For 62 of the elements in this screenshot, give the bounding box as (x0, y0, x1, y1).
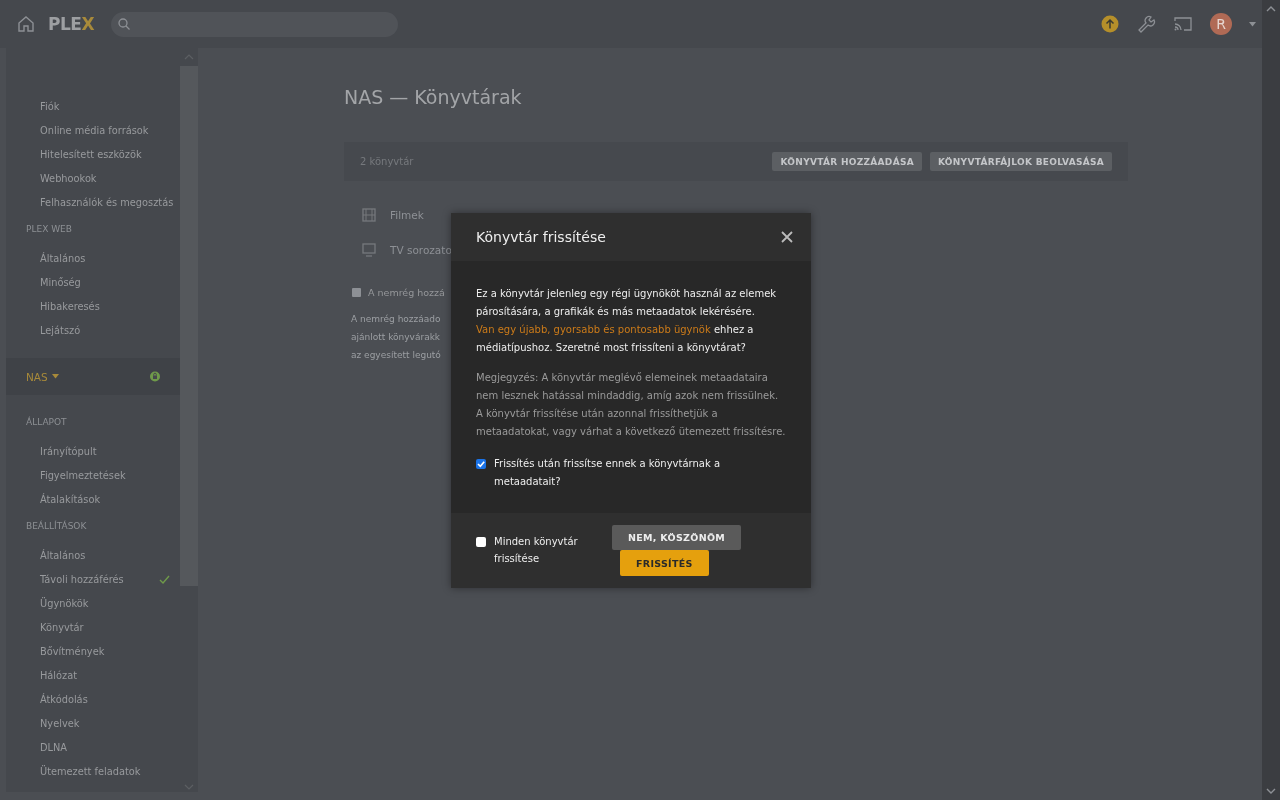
sidebar-item[interactable]: Könyvtár (6, 615, 180, 639)
sidebar-item[interactable]: Irányítópult (6, 439, 180, 463)
lock-icon (150, 371, 160, 382)
dialog-title: Könyvtár frissítése (476, 229, 606, 245)
avatar[interactable]: R (1210, 13, 1232, 35)
server-name: NAS (26, 370, 48, 383)
dialog-note: Megjegyzés: A könyvtár meglévő elemeinek metaadataira nem lesznek hatással mindaddig, amíg azok nem frissülnek. A könyvtár frissítése után azonnal frissíthetjük a metaadatokat, vagy várhat a következő ütemezett frissítésre. (476, 371, 786, 439)
library-name[interactable]: TV sorozato (390, 243, 452, 256)
dialog-message: Ez a könyvtár jelenleg egy régi ügynököt használ az elemek párosítására, a grafikák és más metaadatok lekérésére. Van egy újabb, gyorsabb és pontosabb ügynök ehhez a médiatípushoz. Szeretné most frissíteni a könyvtárat? (476, 287, 778, 355)
sidebar-item[interactable]: Hálózat (6, 663, 180, 687)
section-heading: PLEX WEB (25, 223, 73, 236)
library-name[interactable]: Filmek (390, 208, 424, 221)
cast-icon[interactable] (1173, 16, 1193, 32)
scroll-up-icon[interactable] (1266, 6, 1276, 12)
sidebar-item[interactable]: Ügynökök (6, 591, 180, 615)
close-icon[interactable] (781, 231, 793, 243)
wrench-icon[interactable] (1136, 14, 1156, 34)
refresh-button[interactable]: FRISSÍTÉS (620, 550, 709, 576)
add-library-button[interactable]: KÖNYVTÁR HOZZÁADÁSA (772, 152, 922, 171)
sidebar-item[interactable]: Nyelvek (6, 711, 180, 735)
section-heading: BEÁLLÍTÁSOK (25, 519, 88, 533)
logo[interactable]: PLEX (48, 14, 94, 34)
sidebar-item[interactable]: Online média források (6, 118, 180, 142)
checkbox-label: Frissítés után frissítse ennek a könyvtárnak a metaadatait? (494, 457, 722, 489)
description-text: A nemrég hozzáado ajánlott könyvárakk az egyesített legutó (351, 313, 441, 362)
sidebar-item[interactable]: Felhasználók és megosztás (6, 190, 180, 214)
sidebar-item[interactable]: DLNA (6, 735, 180, 759)
monitor-icon (362, 242, 376, 257)
sidebar-item[interactable]: Ütemezett feladatok (6, 759, 180, 783)
caret-icon[interactable] (51, 374, 59, 379)
sidebar-item[interactable]: Távoli hozzáférés (6, 567, 180, 591)
sidebar-item[interactable]: Minőség (6, 270, 180, 294)
checkbox[interactable] (476, 459, 486, 469)
checkbox[interactable] (352, 288, 361, 297)
agent-link[interactable]: Van egy újabb, gyorsabb és pontosabb ügynök (476, 324, 711, 335)
checkbox-label: Minden könyvtár frissítése (494, 535, 579, 566)
search-icon (117, 17, 131, 31)
search-field[interactable] (111, 11, 398, 37)
sidebar-item[interactable]: Hitelesített eszközök (6, 142, 180, 166)
sidebar-item[interactable]: Webhookok (6, 166, 180, 190)
sidebar-item[interactable]: Átkódolás (6, 687, 180, 711)
scan-files-button[interactable]: KÖNYVTÁRFÁJLOK BEOLVASÁSA (929, 152, 1112, 171)
page-title: NAS — Könyvtárak (344, 86, 523, 110)
upload-icon[interactable] (1101, 15, 1119, 33)
caret-icon[interactable] (1249, 21, 1256, 27)
sidebar-item[interactable]: Általános (6, 543, 180, 567)
home-icon[interactable] (16, 14, 36, 34)
sidebar-item[interactable]: Hibakeresés (6, 294, 180, 318)
check-icon (476, 459, 486, 469)
scroll-down-icon[interactable] (1266, 788, 1276, 794)
sidebar-item[interactable]: Fiók (6, 94, 180, 118)
sidebar-item[interactable]: Figyelmeztetések (6, 463, 180, 487)
film-icon (362, 207, 376, 222)
checkbox[interactable] (476, 537, 486, 547)
section-heading: ÁLLAPOT (25, 415, 68, 429)
checkbox-label: A nemrég hozzá (368, 287, 445, 298)
sidebar-item[interactable]: Átalakítások (6, 487, 180, 511)
sidebar-item[interactable]: Bővítmények (6, 639, 180, 663)
sidebar-item[interactable]: Általános (6, 246, 180, 270)
decline-button[interactable]: NEM, KÖSZÖNÖM (612, 525, 741, 550)
server-item[interactable]: NAS (6, 358, 180, 395)
sidebar-item[interactable]: Lejátszó (6, 318, 180, 342)
